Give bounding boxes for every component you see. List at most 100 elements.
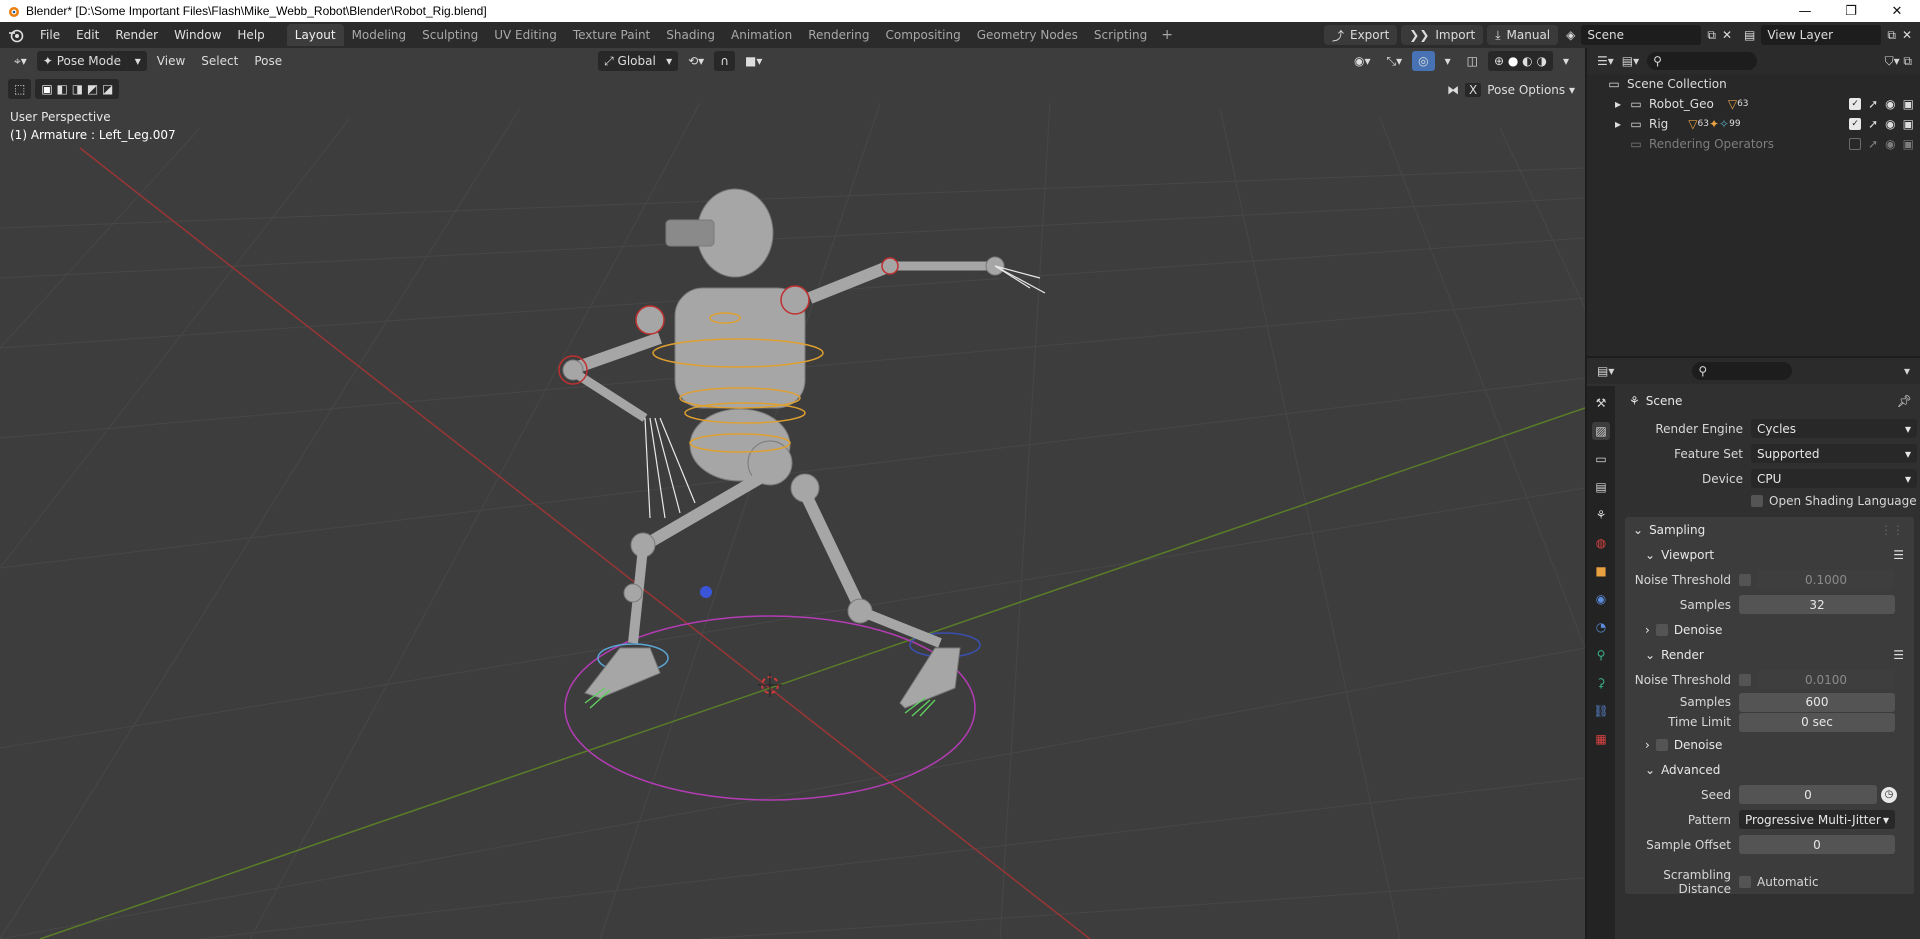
render-denoise-checkbox[interactable] <box>1655 738 1668 751</box>
outliner-editor-icon[interactable]: ☰▾ <box>1597 54 1614 68</box>
close-button[interactable]: ✕ <box>1874 0 1920 22</box>
expand-arrow-icon[interactable]: ▸ <box>1615 117 1629 131</box>
render-samples-field[interactable]: 600 <box>1739 692 1895 712</box>
seed-field[interactable]: 0 <box>1739 785 1877 804</box>
eye-icon[interactable]: ◉ <box>1885 97 1895 111</box>
scene-tab-icon[interactable]: ⚘ <box>1592 506 1610 524</box>
3d-cursor-icon[interactable] <box>758 673 782 697</box>
snap-toggle[interactable]: ∩ <box>714 51 735 71</box>
render-denoise-header[interactable]: › Denoise <box>1625 732 1914 757</box>
time-limit-field[interactable]: 0 sec <box>1739 712 1895 732</box>
sampling-header[interactable]: ⌄ Sampling ⋮⋮ <box>1625 517 1914 542</box>
viewport-subpanel-header[interactable]: ⌄ Viewport ☰ <box>1625 542 1914 567</box>
outliner-search-input[interactable]: ⚲ <box>1647 52 1758 70</box>
outliner-item-rig[interactable]: ▸ ▭ Rig ▽ 63 ✦ ✧ 99 ✓ ➚ ◉ ▣ <box>1587 114 1920 134</box>
3d-viewport[interactable]: ⌖ ▾ ✦ Pose Mode ▾ View Select Pose ⤢ Glob… <box>0 48 1585 939</box>
exclude-checkbox[interactable] <box>1849 138 1862 150</box>
menu-pose[interactable]: Pose <box>248 51 288 71</box>
outliner-item-rendering-operators[interactable]: ▭ Rendering Operators ➚ ◉ ▣ <box>1587 134 1920 154</box>
snap-target-button[interactable]: ■ ▾ <box>739 51 768 71</box>
texture-tab-icon[interactable]: ▦ <box>1592 730 1610 748</box>
wireframe-shading-icon[interactable]: ⊕ <box>1494 54 1504 68</box>
shading-dropdown[interactable]: ▾ <box>1557 51 1575 71</box>
view-layer-field[interactable]: View Layer <box>1761 25 1882 45</box>
osl-checkbox[interactable] <box>1751 495 1763 507</box>
delete-scene-icon[interactable]: ✕ <box>1722 28 1732 42</box>
new-scene-icon[interactable]: ⧉ <box>1707 28 1716 43</box>
delete-view-layer-icon[interactable]: ✕ <box>1902 28 1912 42</box>
exclude-checkbox[interactable]: ✓ <box>1849 118 1862 130</box>
pivot-point-button[interactable]: ⟲ ▾ <box>682 51 710 71</box>
pin-icon[interactable]: 📌︎ <box>1897 394 1912 408</box>
output-tab-icon[interactable]: ▭ <box>1592 450 1610 468</box>
properties-search-input[interactable]: ⚲ <box>1692 362 1793 380</box>
mirror-icon[interactable]: ⧓ <box>1447 83 1459 97</box>
outliner-item-robot-geo[interactable]: ▸ ▭ Robot_Geo ▽ 63 ✓ ➚ ◉ ▣ <box>1587 94 1920 114</box>
new-view-layer-icon[interactable]: ⧉ <box>1887 28 1896 43</box>
selection-mode-buttons[interactable]: ▣ ◧ ◨ ◩ ◪ <box>35 79 120 99</box>
expand-arrow-icon[interactable]: ▸ <box>1615 97 1629 111</box>
shading-modes[interactable]: ⊕ ● ◐ ◑ <box>1487 51 1553 71</box>
select-difference-icon[interactable]: ◩ <box>87 82 98 96</box>
feature-set-dropdown[interactable]: Supported ▾ <box>1751 444 1917 463</box>
properties-editor-icon[interactable]: ▤▾ <box>1597 364 1614 378</box>
camera-icon[interactable]: ▣ <box>1903 97 1914 111</box>
camera-icon[interactable]: ▣ <box>1903 117 1914 131</box>
viewport-noise-checkbox[interactable] <box>1739 573 1751 586</box>
display-mode-icon[interactable]: ▤▾ <box>1622 54 1639 68</box>
camera-icon[interactable]: ▣ <box>1903 137 1914 151</box>
xray-toggle[interactable]: ◫ <box>1461 51 1484 71</box>
tab-geometry-nodes[interactable]: Geometry Nodes <box>969 24 1086 46</box>
filter-icon[interactable]: ⛉▾ ⧉ <box>1885 54 1912 69</box>
overlays-dropdown[interactable]: ▾ <box>1439 51 1457 71</box>
solid-shading-icon[interactable]: ● <box>1508 54 1518 68</box>
tab-shading[interactable]: Shading <box>658 24 723 46</box>
ik-target-dot[interactable] <box>700 586 712 598</box>
select-arrow-icon[interactable]: ➚ <box>1868 117 1878 131</box>
visibility-button[interactable]: ◉ ▾ <box>1348 51 1377 71</box>
menu-edit[interactable]: Edit <box>68 22 107 48</box>
device-dropdown[interactable]: CPU ▾ <box>1751 469 1917 488</box>
exclude-checkbox[interactable]: ✓ <box>1849 98 1862 110</box>
outliner-scene-collection[interactable]: ▭ Scene Collection <box>1587 74 1920 94</box>
select-intersect-icon[interactable]: ◪ <box>102 82 113 96</box>
pattern-dropdown[interactable]: Progressive Multi-Jitter ▾ <box>1739 810 1895 829</box>
rendered-shading-icon[interactable]: ◑ <box>1536 54 1546 68</box>
scene-name-field[interactable]: Scene <box>1581 25 1702 45</box>
render-subpanel-header[interactable]: ⌄ Render ☰ <box>1625 642 1914 667</box>
menu-file[interactable]: File <box>32 22 68 48</box>
import-button[interactable]: ❯❯ Import <box>1401 25 1484 45</box>
presets-list-icon[interactable]: ☰ <box>1893 648 1904 662</box>
tab-texture-paint[interactable]: Texture Paint <box>565 24 658 46</box>
eye-icon[interactable]: ◉ <box>1885 117 1895 131</box>
modifier-tab-icon[interactable]: ◉ <box>1592 590 1610 608</box>
clock-icon[interactable]: ◷ <box>1881 786 1897 803</box>
manual-button[interactable]: ⤓ Manual <box>1487 25 1559 45</box>
menu-window[interactable]: Window <box>166 22 229 48</box>
minimize-button[interactable]: — <box>1782 0 1828 22</box>
transform-orientation-dropdown[interactable]: ⤢ Global ▾ <box>598 51 679 71</box>
render-tab-icon[interactable]: ▨ <box>1592 422 1610 440</box>
sample-offset-field[interactable]: 0 <box>1739 835 1895 854</box>
menu-render[interactable]: Render <box>107 22 166 48</box>
tab-compositing[interactable]: Compositing <box>877 24 968 46</box>
tab-uv-editing[interactable]: UV Editing <box>486 24 565 46</box>
add-workspace-button[interactable]: + <box>1155 27 1179 43</box>
drag-handle-icon[interactable]: ⋮⋮ <box>1880 523 1904 537</box>
tab-scripting[interactable]: Scripting <box>1086 24 1155 46</box>
tab-rendering[interactable]: Rendering <box>800 24 877 46</box>
advanced-subpanel-header[interactable]: ⌄ Advanced <box>1625 757 1914 782</box>
select-arrow-icon[interactable]: ➚ <box>1868 97 1878 111</box>
render-engine-dropdown[interactable]: Cycles ▾ <box>1751 419 1917 438</box>
presets-list-icon[interactable]: ☰ <box>1893 548 1904 562</box>
blender-menu-icon[interactable] <box>0 22 32 48</box>
active-tool-button[interactable]: ⬚ <box>8 79 32 99</box>
maximize-button[interactable]: ❐ <box>1828 0 1874 22</box>
view-layer-tab-icon[interactable]: ▤ <box>1592 478 1610 496</box>
viewport-denoise-header[interactable]: › Denoise <box>1625 617 1914 642</box>
mirror-x-toggle[interactable]: X <box>1465 83 1482 97</box>
gizmo-button[interactable]: ⤡ ▾ <box>1380 51 1408 71</box>
select-new-icon[interactable]: ▣ <box>41 82 52 96</box>
scrambling-auto-checkbox[interactable] <box>1739 875 1751 888</box>
render-noise-field[interactable]: 0.0100 <box>1757 670 1895 689</box>
